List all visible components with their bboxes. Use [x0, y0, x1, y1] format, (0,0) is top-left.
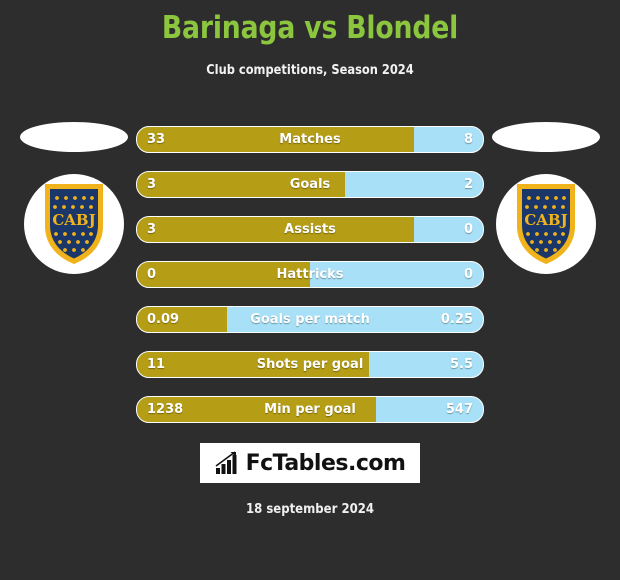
stat-comparison-infographic: Barinaga vs Blondel Club competitions, S… — [0, 0, 620, 580]
stat-away-value: 0.25 — [440, 312, 473, 327]
bar-chart-trend-icon — [215, 451, 237, 474]
cabj-shield-icon: CABJ — [515, 182, 577, 266]
badge-circle-background: CABJ — [24, 174, 124, 274]
stat-label: Assists — [284, 222, 336, 237]
stat-away-value: 2 — [463, 177, 473, 192]
stat-away-value: 0 — [463, 267, 473, 282]
cabj-shield-icon: CABJ — [43, 182, 105, 266]
stat-label: Goals — [289, 177, 331, 192]
svg-text:CABJ: CABJ — [524, 211, 567, 229]
stat-row: 0 Hattricks 0 — [136, 261, 484, 288]
stat-bar-list: 33 Matches 8 3 Goals 2 3 Assists 0 0 Hattricks 0 0.0… — [136, 126, 484, 441]
away-team-badge: CABJ — [490, 122, 602, 282]
fctables-logo-text: FcTables.com — [245, 450, 406, 476]
footer-date: 18 september 2024 — [245, 502, 375, 517]
page-title: Barinaga vs Blondel — [161, 10, 459, 46]
fctables-logo[interactable]: FcTables.com — [200, 443, 420, 483]
stat-away-value: 547 — [445, 402, 473, 417]
stat-row: 3 Goals 2 — [136, 171, 484, 198]
stat-row: 1238 Min per goal 547 — [136, 396, 484, 423]
badge-ellipse-decoration — [20, 122, 128, 152]
stat-row: 3 Assists 0 — [136, 216, 484, 243]
stat-label: Matches — [279, 132, 341, 147]
stat-label: Min per goal — [264, 402, 356, 417]
home-team-badge: CABJ — [18, 122, 130, 282]
stat-row: 33 Matches 8 — [136, 126, 484, 153]
svg-text:CABJ: CABJ — [52, 211, 95, 229]
stat-label: Shots per goal — [256, 357, 364, 372]
stat-away-value: 5.5 — [449, 357, 473, 372]
badge-ellipse-decoration — [492, 122, 600, 152]
stat-label: Hattricks — [276, 267, 344, 282]
stat-away-value: 0 — [463, 222, 473, 237]
badge-circle-background: CABJ — [496, 174, 596, 274]
stat-away-value: 8 — [463, 132, 473, 147]
stat-row: 11 Shots per goal 5.5 — [136, 351, 484, 378]
page-subtitle: Club competitions, Season 2024 — [206, 63, 414, 78]
stat-label: Goals per match — [250, 312, 370, 327]
stat-row: 0.09 Goals per match 0.25 — [136, 306, 484, 333]
